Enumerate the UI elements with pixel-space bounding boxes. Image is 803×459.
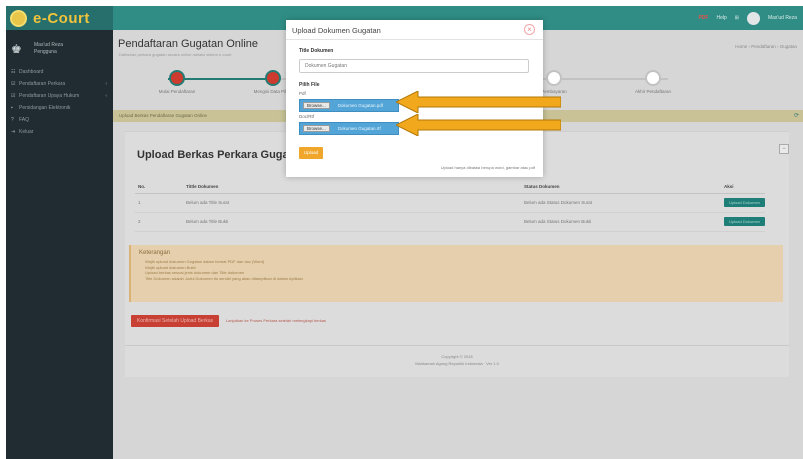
title-input[interactable]: Dokumen Gugatan — [299, 59, 529, 73]
arrow-left-icon — [396, 91, 561, 113]
table-row: 2 Belum ada Title Bukti Belum ada Status… — [135, 212, 765, 232]
sidebar-item-upaya-hukum[interactable]: ☑ Pendaftaran Upaya Hukum ‹ — [6, 90, 113, 102]
help-link[interactable]: Help — [716, 15, 726, 21]
row-number: 1 — [135, 193, 183, 213]
doc-file-input[interactable]: Browse... Dokumen Gugatan.rtf — [299, 122, 399, 135]
sidebar-item-label: Pendaftaran Perkara — [19, 81, 66, 87]
sidebar-item-label: FAQ — [19, 117, 30, 123]
step-indicator — [645, 70, 661, 86]
column-header: No. — [135, 180, 183, 194]
sidebar-nav: ☷ Dashboard ☑ Pendaftaran Perkara ‹ ☑ Pe… — [6, 66, 113, 138]
dashboard-icon: ☷ — [11, 69, 16, 75]
upload-button[interactable]: Upload — [299, 147, 323, 159]
keterangan-box: Keterangan Wajib upload dokumen Gugatan … — [129, 245, 783, 302]
arrow-left-icon — [396, 114, 561, 136]
pdf-label: Pdf — [299, 91, 306, 96]
step-indicator — [546, 70, 562, 86]
sidebar-item-persidangan[interactable]: ▪ Persidangan Elektronik — [6, 102, 113, 114]
browse-button[interactable]: Browse... — [303, 102, 330, 109]
upload-document-button[interactable]: Upload Dokumen — [724, 217, 765, 226]
column-header: Aksi — [721, 180, 765, 194]
keterangan-title: Keterangan — [139, 250, 171, 256]
close-icon[interactable]: × — [524, 24, 535, 35]
documents-table: No. Tittle Dokumen Status Dokumen Aksi 1… — [135, 180, 765, 232]
user-name: Mas'ud Reza — [34, 42, 64, 48]
step-indicator — [265, 70, 281, 86]
app-logo[interactable]: e-Court — [33, 10, 90, 27]
document-status: Belum ada Status Dokumen Bukti — [521, 212, 721, 232]
pdf-file-name: Dokumen Gugatan.pdf — [337, 103, 384, 108]
footer-divider — [125, 345, 789, 346]
title-label: Title Dokumen — [299, 48, 334, 54]
footer-credit: Mahkamah Agung Republik Indonesia · Ver … — [415, 361, 499, 366]
sidebar: e-Court ♚ Mas'ud Reza Pengguna ☷ Dashboa… — [6, 6, 113, 459]
sidebar-item-faq[interactable]: ? FAQ — [6, 114, 113, 126]
dialog-title: Upload Dokumen Gugatan — [292, 26, 381, 35]
doc-label: Doc/Rtf — [299, 114, 315, 119]
app-screen: e-Court ♚ Mas'ud Reza Pengguna ☷ Dashboa… — [6, 6, 803, 459]
section-title: Upload Berkas Perkara Gugatan — [137, 149, 306, 161]
pdf-file-input[interactable]: Browse... Dokumen Gugatan.pdf — [299, 99, 399, 112]
column-header: Status Dokumen — [521, 180, 721, 194]
dialog-note: Upload hanya dibatasi berupa word, gamba… — [440, 165, 535, 170]
keterangan-item: Title Dokumen adalah Judul Dokumen itu s… — [145, 275, 303, 281]
document-title: Belum ada Title Bukti — [183, 212, 521, 232]
sidebar-item-pendaftaran-perkara[interactable]: ☑ Pendaftaran Perkara ‹ — [6, 78, 113, 90]
doc-file-name: Dokumen Gugatan.rtf — [337, 126, 381, 131]
confirm-note: Lanjutkan ke Proses Perkara setelah mele… — [226, 318, 327, 323]
chevron-left-icon: ‹ — [105, 93, 107, 99]
user-panel: ♚ Mas'ud Reza Pengguna — [6, 30, 113, 66]
user-group-icon: ♚ — [11, 42, 22, 56]
dialog-header: Upload Dokumen Gugatan × — [286, 20, 543, 40]
step-indicator — [169, 70, 185, 86]
footer-copyright: Copyright © 2018 — [441, 354, 473, 359]
confirm-upload-button[interactable]: Konfirmasi Setelah Upload Berkas — [131, 315, 220, 327]
pdf-link[interactable]: PDF — [698, 15, 708, 21]
collapse-icon[interactable]: − — [779, 144, 789, 154]
document-title: Belum ada Title Surat — [183, 193, 521, 213]
table-header-row: No. Tittle Dokumen Status Dokumen Aksi — [135, 180, 765, 194]
page-title: Pendaftaran Gugatan Online — [118, 38, 259, 50]
column-header: Tittle Dokumen — [183, 180, 521, 194]
step-label: Mulai Pendaftaran — [158, 89, 196, 94]
row-number: 2 — [135, 212, 183, 232]
file-label: Pilih File — [299, 82, 320, 88]
grid-icon[interactable]: ⊞ — [735, 15, 739, 21]
checkbox-icon: ☑ — [11, 93, 16, 99]
sidebar-item-dashboard[interactable]: ☷ Dashboard — [6, 66, 113, 78]
step-1: Mulai Pendaftaran — [142, 70, 212, 94]
sidebar-item-label: Keluar — [19, 129, 34, 135]
logout-icon: ⇥ — [11, 129, 16, 135]
checkbox-icon: ☑ — [11, 81, 16, 87]
logo-bar: e-Court — [6, 6, 113, 30]
avatar[interactable] — [746, 11, 760, 25]
chevron-left-icon: ‹ — [105, 81, 107, 87]
notice-text: Upload Berkas Pendaftaran Gugatan Online — [119, 113, 208, 118]
user-role: Pengguna — [34, 49, 57, 55]
refresh-icon[interactable]: ⟳ — [794, 112, 799, 119]
page-subtitle: Daftarkan perkara gugatan secara online … — [119, 52, 232, 57]
sidebar-item-keluar[interactable]: ⇥ Keluar — [6, 126, 113, 138]
sidebar-item-label: Pendaftaran Upaya Hukum — [19, 93, 80, 99]
monitor-icon: ▪ — [11, 105, 13, 111]
browse-button[interactable]: Browse... — [303, 125, 330, 132]
profile-name[interactable]: Mas'ud Reza — [768, 15, 797, 21]
step-label: Akhir Pendaftaran — [634, 89, 672, 94]
step-5: Akhir Pendaftaran — [618, 70, 688, 94]
breadcrumb[interactable]: Home › Pendaftaran › Gugatan — [735, 44, 797, 49]
upload-document-button[interactable]: Upload Dokumen — [724, 198, 765, 207]
logo-emblem-icon — [10, 9, 27, 27]
table-row: 1 Belum ada Title Surat Belum ada Status… — [135, 193, 765, 213]
document-status: Belum ada Status Dokumen Surat — [521, 193, 721, 213]
question-icon: ? — [11, 117, 14, 123]
sidebar-item-label: Dashboard — [19, 69, 44, 75]
sidebar-item-label: Persidangan Elektronik — [19, 105, 71, 111]
